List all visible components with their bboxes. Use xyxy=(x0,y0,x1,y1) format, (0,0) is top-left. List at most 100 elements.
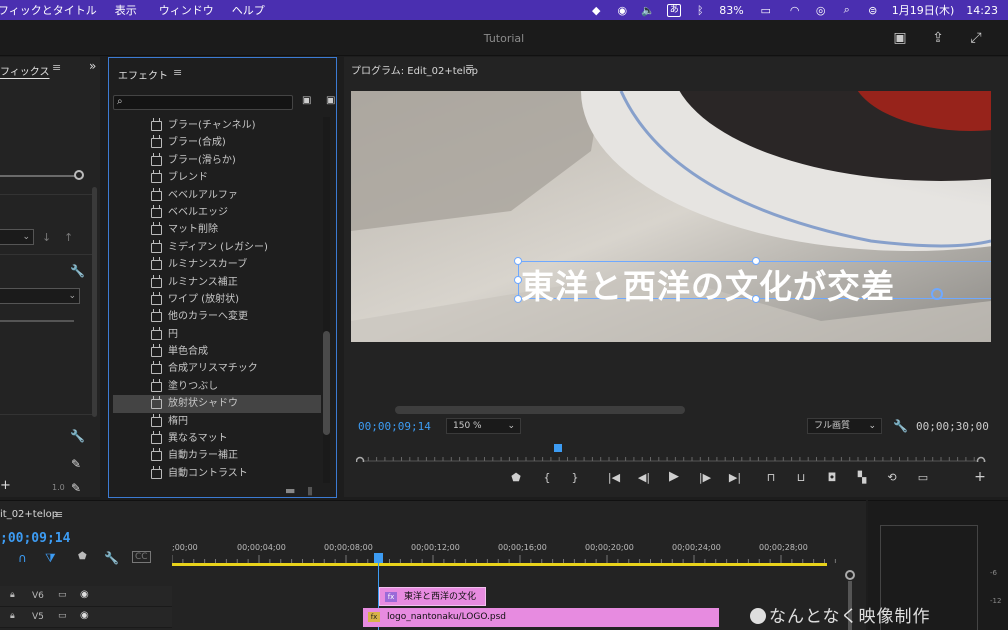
effect-list-item[interactable]: 円 xyxy=(113,326,321,343)
mark-out-icon[interactable]: } xyxy=(565,471,585,484)
monitor-horizontal-scrollbar[interactable] xyxy=(395,406,685,414)
settings-wrench-icon[interactable]: 🔧 xyxy=(893,419,908,433)
timeline-sequence-tab[interactable]: it_02+telop xyxy=(0,509,58,520)
mark-in-icon[interactable]: { xyxy=(537,471,557,484)
trash-icon[interactable]: ▮ xyxy=(307,484,313,497)
monitor-playhead[interactable] xyxy=(554,444,563,452)
move-down-icon[interactable]: ↓ xyxy=(42,231,51,244)
lock-icon[interactable]: 🔒︎ xyxy=(10,590,15,600)
comparison-view-icon[interactable]: ▚ xyxy=(852,471,872,484)
bluetooth-icon[interactable]: ᛒ xyxy=(693,4,707,17)
program-current-timecode[interactable]: 00;00;09;14 xyxy=(358,420,431,433)
graphics-panel-title[interactable]: フィックス xyxy=(0,63,50,78)
wifi-icon[interactable]: ◠ xyxy=(788,4,802,17)
bbox-handle[interactable] xyxy=(514,276,522,284)
captions-icon[interactable]: CC xyxy=(132,551,151,563)
vr-video-icon[interactable]: ▭ xyxy=(913,471,933,484)
font-dropdown[interactable]: ⌄ xyxy=(0,288,80,304)
bbox-handle[interactable] xyxy=(752,295,760,303)
effect-list-item[interactable]: 単色合成 xyxy=(113,343,321,360)
eyedropper-icon[interactable]: ✎ xyxy=(71,457,81,471)
program-monitor-title[interactable]: プログラム: Edit_02+telop xyxy=(351,62,478,77)
opacity-slider-track[interactable] xyxy=(0,175,78,177)
effect-list-item[interactable]: 塗りつぶし xyxy=(113,378,321,395)
wrench-icon[interactable]: 🔧 xyxy=(70,264,85,278)
panel-overflow-chevron-icon[interactable]: » xyxy=(89,59,96,73)
effect-list-item[interactable]: 自動カラー補正 xyxy=(113,447,321,464)
new-bin-icon[interactable]: ▬ xyxy=(285,484,295,497)
move-up-icon[interactable]: ↑ xyxy=(64,231,73,244)
text-bounding-box[interactable]: 東洋と西洋の文化が交差 xyxy=(518,261,991,306)
timeline-playhead[interactable] xyxy=(374,553,383,563)
sync-lock-icon[interactable]: ▭ xyxy=(58,590,67,600)
effect-list-item[interactable]: マット削除 xyxy=(113,221,321,238)
extract-icon[interactable]: ⊔ xyxy=(791,471,811,484)
menu-help[interactable]: ヘルプ xyxy=(232,2,279,18)
accelerated-effects-icon[interactable]: ▣ xyxy=(302,95,316,108)
effect-list-item[interactable]: ブラー(チャンネル) xyxy=(113,117,321,134)
effects-scrollbar[interactable] xyxy=(323,117,330,483)
effect-list-item[interactable]: ワイプ (放射状) xyxy=(113,291,321,308)
step-forward-icon[interactable]: |▶ xyxy=(695,471,715,484)
menu-view[interactable]: 表示 xyxy=(115,2,151,18)
playback-quality-dropdown[interactable]: フル画質 ⌄ xyxy=(807,418,882,434)
battery-icon[interactable]: ▭ xyxy=(756,4,776,17)
monitor-time-ruler[interactable] xyxy=(356,448,986,462)
panel-menu-icon[interactable]: ≡ xyxy=(465,61,474,74)
32bit-effects-icon[interactable]: ▣ xyxy=(326,95,340,108)
effect-list-item[interactable]: 合成アリスマチック xyxy=(113,360,321,377)
menu-graphics-titles[interactable]: フィックとタイトル xyxy=(0,2,111,18)
panel-menu-icon[interactable]: ≡ xyxy=(173,66,182,79)
bbox-handle[interactable] xyxy=(752,257,760,265)
panel-menu-icon[interactable]: ≡ xyxy=(54,508,63,521)
add-marker-icon[interactable]: ⬟ xyxy=(78,551,87,562)
step-back-icon[interactable]: ◀| xyxy=(634,471,654,484)
creative-cloud-icon[interactable]: ◆ xyxy=(589,4,603,17)
effect-list-item[interactable]: 異なるマット xyxy=(113,430,321,447)
timeline-settings-wrench-icon[interactable]: 🔧 xyxy=(104,551,119,565)
fullscreen-icon[interactable]: ⤢ xyxy=(967,29,985,47)
button-editor-add-icon[interactable]: + xyxy=(970,469,990,485)
go-to-out-icon[interactable]: ▶| xyxy=(725,471,745,484)
linked-selection-icon[interactable]: ⧩ xyxy=(45,551,56,566)
sync-lock-icon[interactable]: ▭ xyxy=(58,611,67,621)
clip-logo[interactable]: fx logo_nantonaku/LOGO.psd xyxy=(363,608,719,627)
lock-icon[interactable]: 🔒︎ xyxy=(10,611,15,621)
timeline-ruler-ticks[interactable] xyxy=(172,555,842,563)
effect-list-item[interactable]: 他のカラーへ変更 xyxy=(113,308,321,325)
wrench-icon[interactable]: 🔧 xyxy=(70,429,85,443)
share-icon[interactable]: ⇪ xyxy=(929,29,947,47)
add-icon[interactable]: + xyxy=(0,478,11,493)
workspace-icon[interactable]: ▣ xyxy=(891,29,909,47)
timeline-current-timecode[interactable]: ;00;09;14 xyxy=(0,531,70,546)
font-size-track[interactable] xyxy=(0,320,74,322)
effect-list-item[interactable]: ベベルアルファ xyxy=(113,187,321,204)
work-area-bar[interactable] xyxy=(172,563,827,566)
snap-icon[interactable]: ∩ xyxy=(18,551,27,565)
add-marker-icon[interactable]: ⬟ xyxy=(506,471,526,484)
eye-icon[interactable]: ◉ xyxy=(80,610,89,621)
track-name-v5[interactable]: V5 xyxy=(32,612,44,622)
control-center-icon[interactable]: ⊜ xyxy=(866,4,880,17)
panel-menu-icon[interactable]: ≡ xyxy=(52,61,61,74)
effect-list-item[interactable]: ブラー(合成) xyxy=(113,134,321,151)
anchor-point-icon[interactable] xyxy=(931,288,943,300)
panel-scrollbar[interactable] xyxy=(92,187,97,417)
effect-list-item[interactable]: ブラー(滑らか) xyxy=(113,152,321,169)
effect-list-item[interactable]: ミディアン (レガシー) xyxy=(113,239,321,256)
export-frame-icon[interactable]: ◘ xyxy=(822,471,842,484)
spotlight-search-icon[interactable]: ⌕ xyxy=(840,3,854,17)
zoom-level-dropdown[interactable]: 150 % ⌄ xyxy=(446,418,521,434)
opacity-slider-knob[interactable] xyxy=(74,170,84,180)
bbox-handle[interactable] xyxy=(514,295,522,303)
effect-list-item[interactable]: 放射状シャドウ xyxy=(113,395,321,413)
effects-panel-title[interactable]: エフェクト xyxy=(118,67,168,82)
track-name-v6[interactable]: V6 xyxy=(32,591,44,601)
eye-icon[interactable]: ◉ xyxy=(80,589,89,600)
play-icon[interactable]: ▶ xyxy=(664,469,684,484)
effect-list-item[interactable]: ルミナンスカーブ xyxy=(113,256,321,273)
proxy-toggle-icon[interactable]: ⟲ xyxy=(882,471,902,484)
layer-dropdown[interactable]: ⌄ xyxy=(0,229,34,245)
effect-list-item[interactable]: 楕円 xyxy=(113,413,321,430)
user-icon[interactable]: ◎ xyxy=(814,4,828,17)
